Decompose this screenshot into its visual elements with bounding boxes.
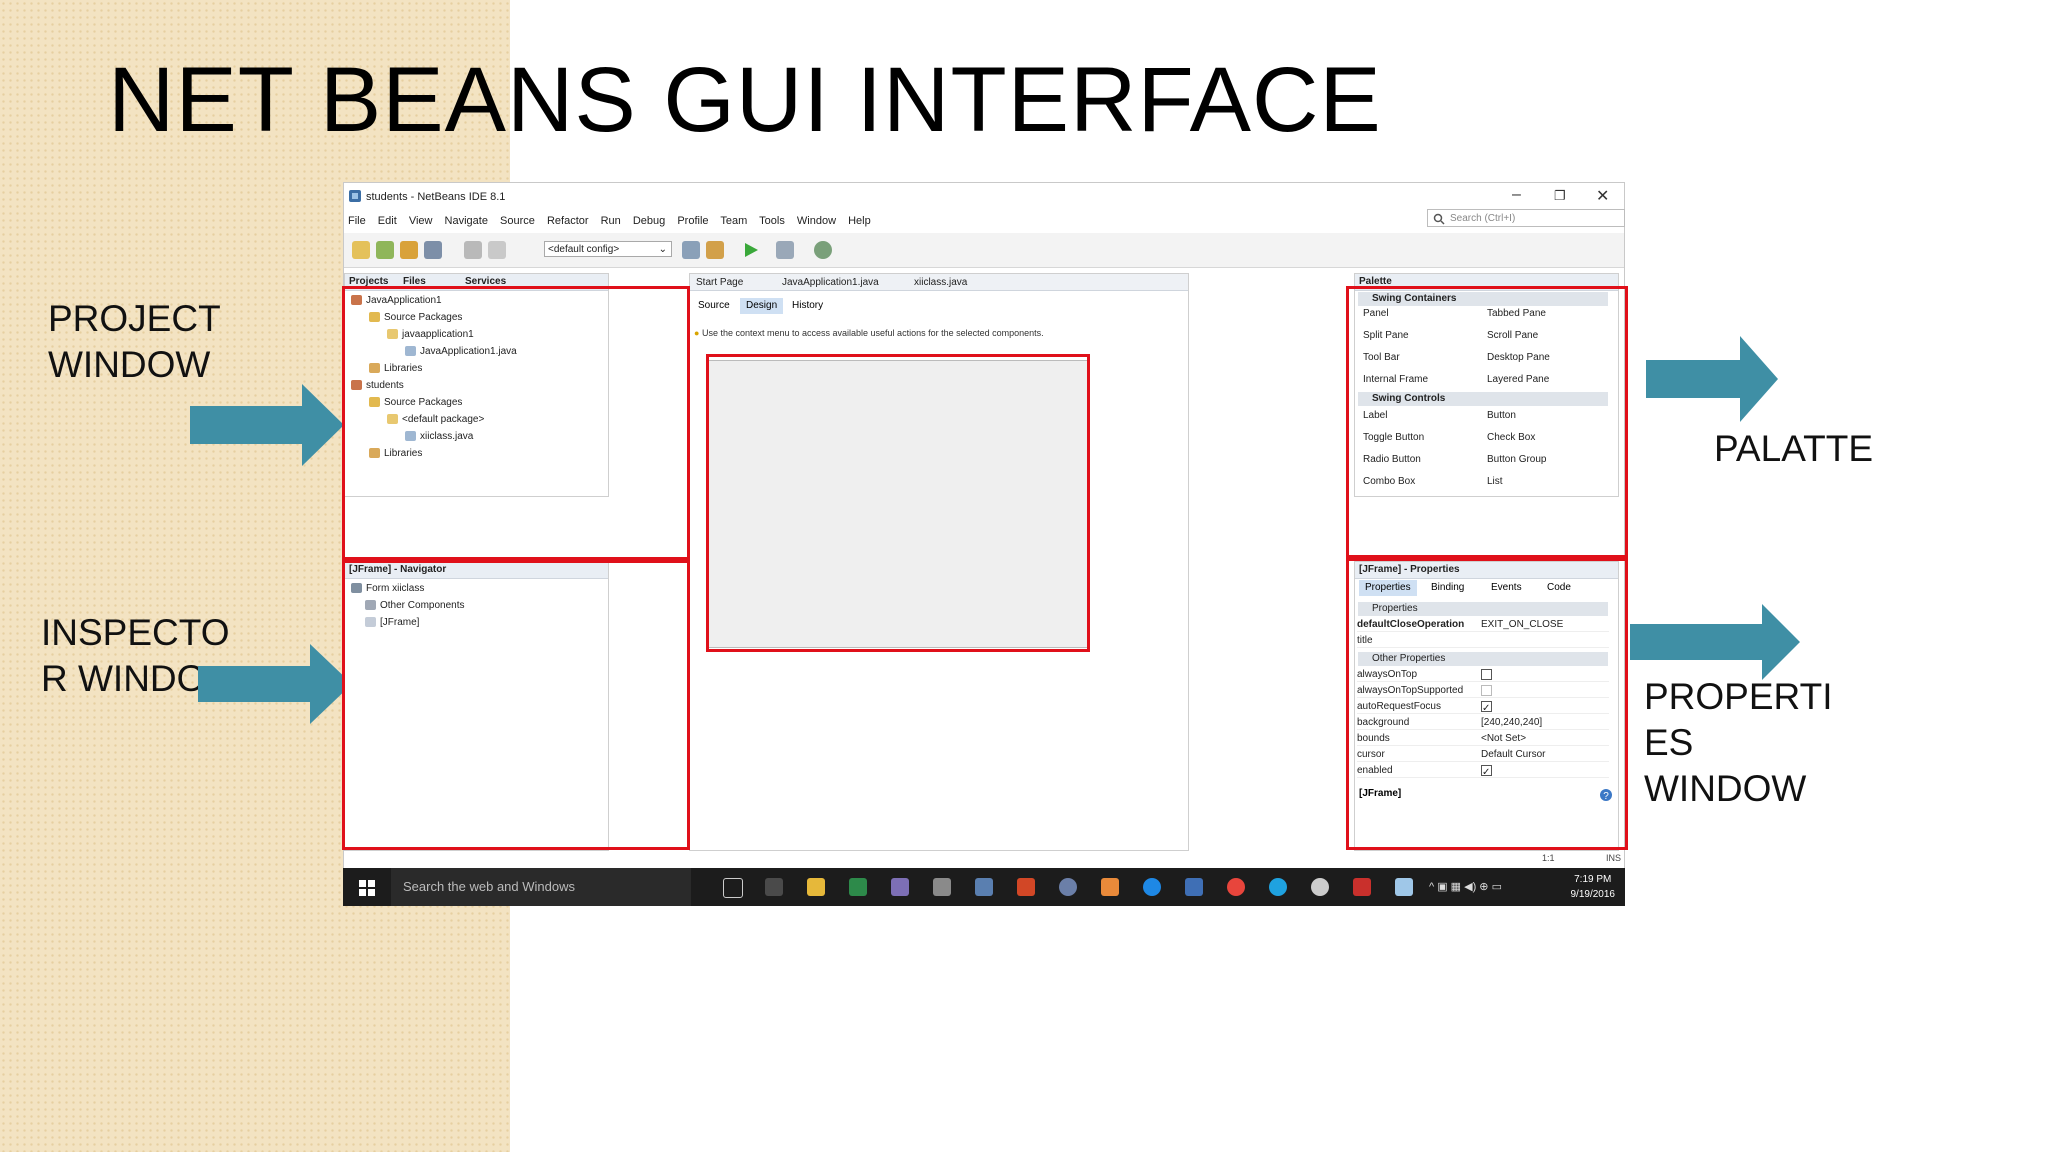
new-file-icon[interactable]: [352, 241, 370, 259]
open-project-icon[interactable]: [400, 241, 418, 259]
ide-search-input[interactable]: Search (Ctrl+I): [1427, 209, 1625, 227]
netbeans-taskbar-icon[interactable]: [1395, 878, 1413, 896]
restore-icon[interactable]: ❐: [1554, 188, 1566, 204]
menu-debug[interactable]: Debug: [633, 215, 665, 227]
menu-team[interactable]: Team: [720, 215, 747, 227]
chrome-icon[interactable]: [1227, 878, 1245, 896]
main-toolbar: <default config> ⌄: [344, 233, 1624, 268]
minimize-icon[interactable]: –: [1512, 186, 1521, 204]
design-area-highlight: [706, 354, 1090, 652]
properties-window-label: PROPERTI ES WINDOW: [1644, 674, 1832, 812]
menu-source[interactable]: Source: [500, 215, 535, 227]
title-bar: students - NetBeans IDE 8.1 – ❐ ✕: [344, 183, 1624, 211]
profile-icon[interactable]: [814, 241, 832, 259]
properties-window-label-line2: ES: [1644, 722, 1694, 763]
properties-window-label-line3: WINDOW: [1644, 768, 1807, 809]
design-hint-text: Use the context menu to access available…: [701, 328, 1044, 338]
properties-window-label-line1: PROPERTI: [1644, 676, 1833, 717]
clean-build-icon[interactable]: [706, 241, 724, 259]
task-view-icon[interactable]: [723, 878, 743, 898]
menu-run[interactable]: Run: [601, 215, 621, 227]
project-window-highlight: [342, 286, 690, 560]
menu-window[interactable]: Window: [797, 215, 836, 227]
search-icon: [1433, 213, 1445, 225]
clock-date: 9/19/2016: [1570, 889, 1616, 900]
lightbulb-icon: ●: [694, 328, 700, 338]
status-insert-mode: INS: [1606, 853, 1622, 863]
taskbar-clock[interactable]: 7:19 PM 9/19/2016: [1571, 872, 1616, 902]
onenote-icon[interactable]: [891, 878, 909, 896]
menu-tools[interactable]: Tools: [759, 215, 785, 227]
subtab-design[interactable]: Design: [740, 298, 784, 314]
inspector-window-highlight: [342, 560, 690, 850]
palette-highlight: [1346, 286, 1628, 558]
arrow-right-icon: [1630, 604, 1800, 680]
save-all-icon[interactable]: [424, 241, 442, 259]
clock-time: 7:19 PM: [1574, 874, 1612, 885]
office-icon[interactable]: [1101, 878, 1119, 896]
menu-help[interactable]: Help: [848, 215, 871, 227]
menu-refactor[interactable]: Refactor: [547, 215, 589, 227]
media-icon[interactable]: [1059, 878, 1077, 896]
skype-icon[interactable]: [1269, 878, 1287, 896]
config-combo-value: <default config>: [548, 244, 620, 255]
edge-icon[interactable]: [1143, 878, 1161, 896]
tab-javaapplication1[interactable]: JavaApplication1.java: [782, 277, 879, 288]
undo-icon[interactable]: [464, 241, 482, 259]
tab-start-page[interactable]: Start Page: [696, 277, 743, 288]
windows-taskbar: Search the web and Windows ^ ▣ ▦ ◀) ⊕ ▭ …: [343, 868, 1625, 906]
chevron-down-icon: ⌄: [658, 244, 667, 255]
store-icon[interactable]: [765, 878, 783, 896]
editor-tabs: Start Page JavaApplication1.java xiiclas…: [690, 274, 1188, 291]
ide-search-placeholder: Search (Ctrl+I): [1450, 213, 1516, 224]
slide-title: NET BEANS GUI INTERFACE: [108, 49, 1382, 151]
config-combo[interactable]: <default config> ⌄: [544, 241, 672, 257]
outlook-icon[interactable]: [1185, 878, 1203, 896]
powerpoint-icon[interactable]: [1017, 878, 1035, 896]
subtab-source[interactable]: Source: [692, 298, 736, 314]
subtab-history[interactable]: History: [786, 298, 829, 314]
menu-profile[interactable]: Profile: [677, 215, 708, 227]
windows-start-icon[interactable]: [359, 880, 375, 896]
file-explorer-icon[interactable]: [807, 878, 825, 896]
menu-file[interactable]: File: [348, 215, 366, 227]
redo-icon[interactable]: [488, 241, 506, 259]
debug-icon[interactable]: [776, 241, 794, 259]
settings-gear-icon[interactable]: [1311, 878, 1329, 896]
menu-edit[interactable]: Edit: [378, 215, 397, 227]
excel-icon[interactable]: [849, 878, 867, 896]
new-project-icon[interactable]: [376, 241, 394, 259]
design-hint-bar: ● Use the context menu to access availab…: [694, 324, 1184, 342]
close-icon[interactable]: ✕: [1596, 186, 1609, 206]
system-tray-icons[interactable]: ^ ▣ ▦ ◀) ⊕ ▭: [1429, 880, 1502, 893]
tab-xiiclass[interactable]: xiiclass.java: [914, 277, 967, 288]
acrobat-icon[interactable]: [1353, 878, 1371, 896]
project-window-label-line1: PROJECT: [48, 298, 221, 339]
run-icon[interactable]: [742, 241, 760, 259]
palette-label: PALATTE: [1714, 428, 1874, 469]
arrow-right-icon: [198, 644, 352, 724]
properties-window-highlight: [1346, 558, 1628, 850]
window-title: students - NetBeans IDE 8.1: [366, 191, 506, 203]
paint-icon[interactable]: [975, 878, 993, 896]
arrow-right-icon: [190, 384, 344, 466]
status-position: 1:1: [1542, 853, 1555, 863]
arrow-right-icon: [1646, 336, 1778, 422]
menu-navigate[interactable]: Navigate: [445, 215, 488, 227]
menu-view[interactable]: View: [409, 215, 433, 227]
netbeans-logo-icon: [349, 190, 361, 202]
taskbar-search-box[interactable]: Search the web and Windows: [391, 868, 691, 906]
calculator-icon[interactable]: [933, 878, 951, 896]
project-window-label-line2: WINDOW: [48, 344, 211, 385]
project-window-label: PROJECT WINDOW: [48, 296, 221, 388]
build-icon[interactable]: [682, 241, 700, 259]
